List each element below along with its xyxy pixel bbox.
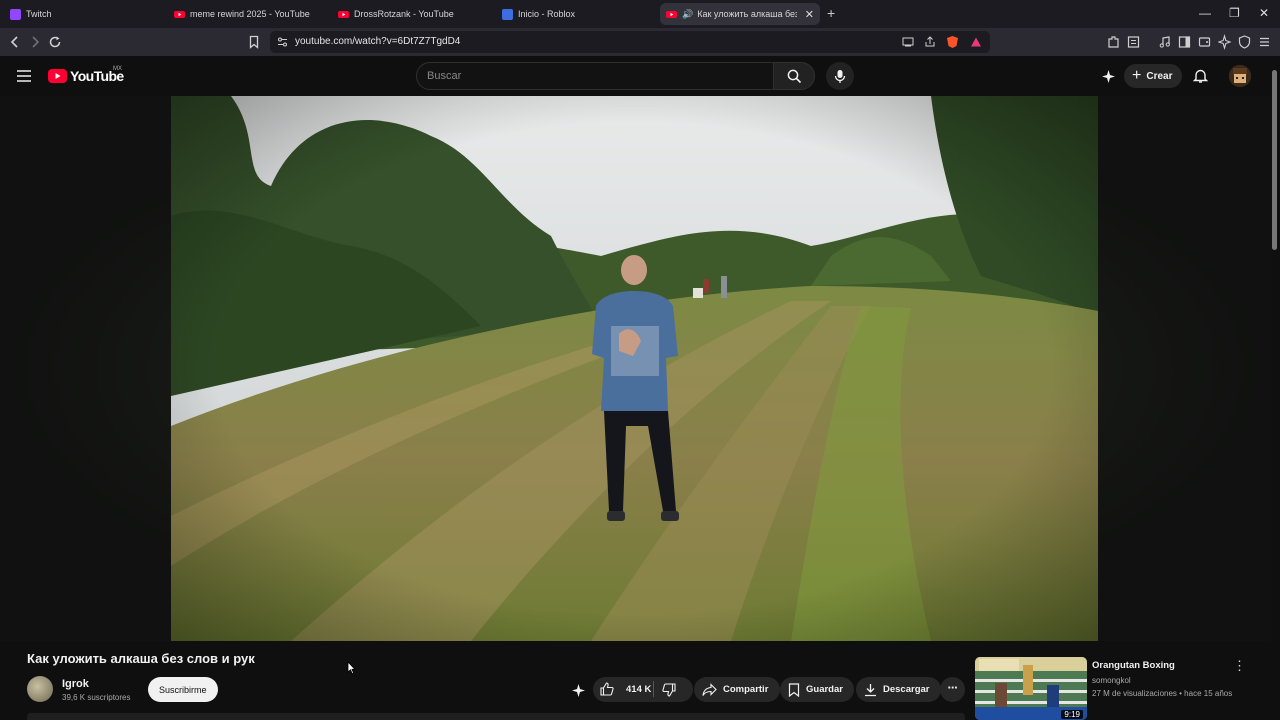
channel-name[interactable]: Igrok: [62, 678, 89, 690]
recommended-meta: 27 M de visualizaciones • hace 15 años: [1092, 689, 1233, 698]
video-player[interactable]: [171, 96, 1098, 641]
music-icon[interactable]: [1158, 34, 1171, 50]
minimize-button[interactable]: —: [1199, 6, 1211, 20]
video-duration: 9:19: [1061, 710, 1083, 719]
address-bar[interactable]: youtube.com/watch?v=6Dt7Z7TgdD4: [270, 31, 990, 53]
create-label: Crear: [1146, 70, 1173, 82]
share-page-icon[interactable]: [924, 36, 936, 48]
browser-toolbar: youtube.com/watch?v=6Dt7Z7TgdD4: [0, 28, 1280, 56]
close-tab-icon[interactable]: ✕: [805, 8, 814, 21]
download-label: Descargar: [883, 684, 930, 695]
save-button[interactable]: Guardar: [780, 677, 854, 702]
tab-label: Inicio - Roblox: [518, 9, 576, 19]
notifications-bell-icon[interactable]: [1193, 68, 1208, 84]
tab-label: meme rewind 2025 - YouTube: [190, 9, 310, 19]
create-button[interactable]: + Crear: [1124, 64, 1183, 88]
share-button[interactable]: Compartir: [694, 677, 781, 702]
youtube-icon: [174, 9, 185, 20]
tab-meme-rewind[interactable]: meme rewind 2025 - YouTube: [174, 3, 324, 25]
subscriber-count: 39,6 K suscriptores: [62, 693, 131, 702]
bookmark-icon[interactable]: [248, 34, 260, 50]
brave-shields-icon[interactable]: [946, 35, 959, 49]
download-icon: [864, 683, 883, 697]
user-avatar[interactable]: [1229, 65, 1251, 87]
more-horizontal-icon: ···: [947, 680, 959, 695]
country-code: MX: [113, 66, 122, 72]
tab-current-video[interactable]: 🔊 Как уложить алкаша без сло ✕: [660, 3, 820, 25]
bookmark-save-icon: [788, 682, 806, 697]
browser-tab-strip: Twitch meme rewind 2025 - YouTube DrossR…: [0, 0, 1280, 28]
tab-label: Как уложить алкаша без сло: [697, 9, 797, 19]
like-count: 414 K: [626, 683, 652, 695]
recommended-channel[interactable]: somongkol: [1092, 676, 1131, 685]
wallet-icon[interactable]: [1198, 34, 1211, 50]
like-button[interactable]: 414 K: [600, 682, 651, 696]
search-box: [416, 62, 774, 90]
more-actions-button[interactable]: ···: [940, 677, 965, 702]
dislike-button[interactable]: [662, 683, 682, 697]
reader-icon[interactable]: [1127, 34, 1140, 50]
thumbs-down-icon: [662, 683, 682, 697]
plus-icon: +: [1132, 67, 1142, 84]
extensions-icon[interactable]: [1107, 34, 1120, 50]
share-arrow-icon: [702, 682, 723, 697]
search-input[interactable]: [417, 63, 717, 89]
tab-drossrotzank[interactable]: DrossRotzank - YouTube: [338, 3, 488, 25]
roblox-icon: [502, 8, 513, 20]
reload-icon[interactable]: [48, 34, 62, 50]
video-title: Как уложить алкаша без слов и рук: [27, 651, 255, 666]
tab-roblox[interactable]: Inicio - Roblox: [502, 3, 652, 25]
subscribe-button[interactable]: Suscribirme: [148, 677, 218, 702]
close-window-button[interactable]: ✕: [1259, 6, 1269, 20]
speaker-icon[interactable]: 🔊: [682, 9, 693, 20]
cast-icon[interactable]: [902, 36, 914, 48]
tab-label: Twitch: [26, 9, 52, 19]
leo-ai-icon[interactable]: [1218, 34, 1231, 50]
thumbs-up-icon: [600, 682, 620, 696]
hamburger-menu-icon[interactable]: [17, 69, 31, 83]
voice-search-button[interactable]: [826, 62, 854, 90]
youtube-icon: [666, 9, 677, 20]
youtube-play-logo-icon: [48, 69, 67, 83]
vpn-icon[interactable]: [1238, 34, 1251, 50]
site-settings-icon[interactable]: [277, 36, 288, 48]
menu-icon[interactable]: [1258, 34, 1271, 50]
url-text: youtube.com/watch?v=6Dt7Z7TgdD4: [295, 36, 461, 47]
ask-gemini-icon[interactable]: [571, 683, 586, 698]
twitch-icon: [10, 8, 21, 20]
gemini-spark-icon[interactable]: [1101, 69, 1116, 84]
brave-rewards-icon[interactable]: [970, 36, 982, 48]
new-tab-button[interactable]: +: [827, 5, 835, 21]
microphone-icon: [834, 69, 846, 84]
search-button[interactable]: [773, 62, 815, 90]
forward-icon[interactable]: [29, 34, 41, 50]
youtube-icon: [338, 9, 349, 20]
download-button[interactable]: Descargar: [856, 677, 942, 702]
kebab-menu-icon[interactable]: ⋮: [1233, 658, 1246, 674]
sidebar-icon[interactable]: [1178, 34, 1191, 50]
share-label: Compartir: [723, 684, 769, 695]
description-box-edge[interactable]: [27, 713, 965, 720]
recommended-title[interactable]: Orangutan Boxing: [1092, 660, 1175, 671]
search-icon: [787, 69, 802, 84]
like-dislike-group: 414 K: [593, 677, 693, 702]
save-label: Guardar: [806, 684, 843, 695]
back-icon[interactable]: [9, 34, 21, 50]
recommended-thumbnail[interactable]: 9:19: [975, 657, 1087, 720]
mouse-cursor-icon: [347, 661, 356, 675]
page-scrollbar-thumb[interactable]: [1272, 70, 1277, 250]
restore-button[interactable]: ❐: [1229, 6, 1240, 20]
like-divider: [653, 681, 654, 697]
tab-twitch[interactable]: Twitch: [10, 3, 160, 25]
channel-avatar[interactable]: [27, 676, 53, 702]
youtube-header: YouTube MX + Crear: [0, 56, 1280, 96]
video-frame: [171, 96, 1098, 641]
tab-label: DrossRotzank - YouTube: [354, 9, 454, 19]
